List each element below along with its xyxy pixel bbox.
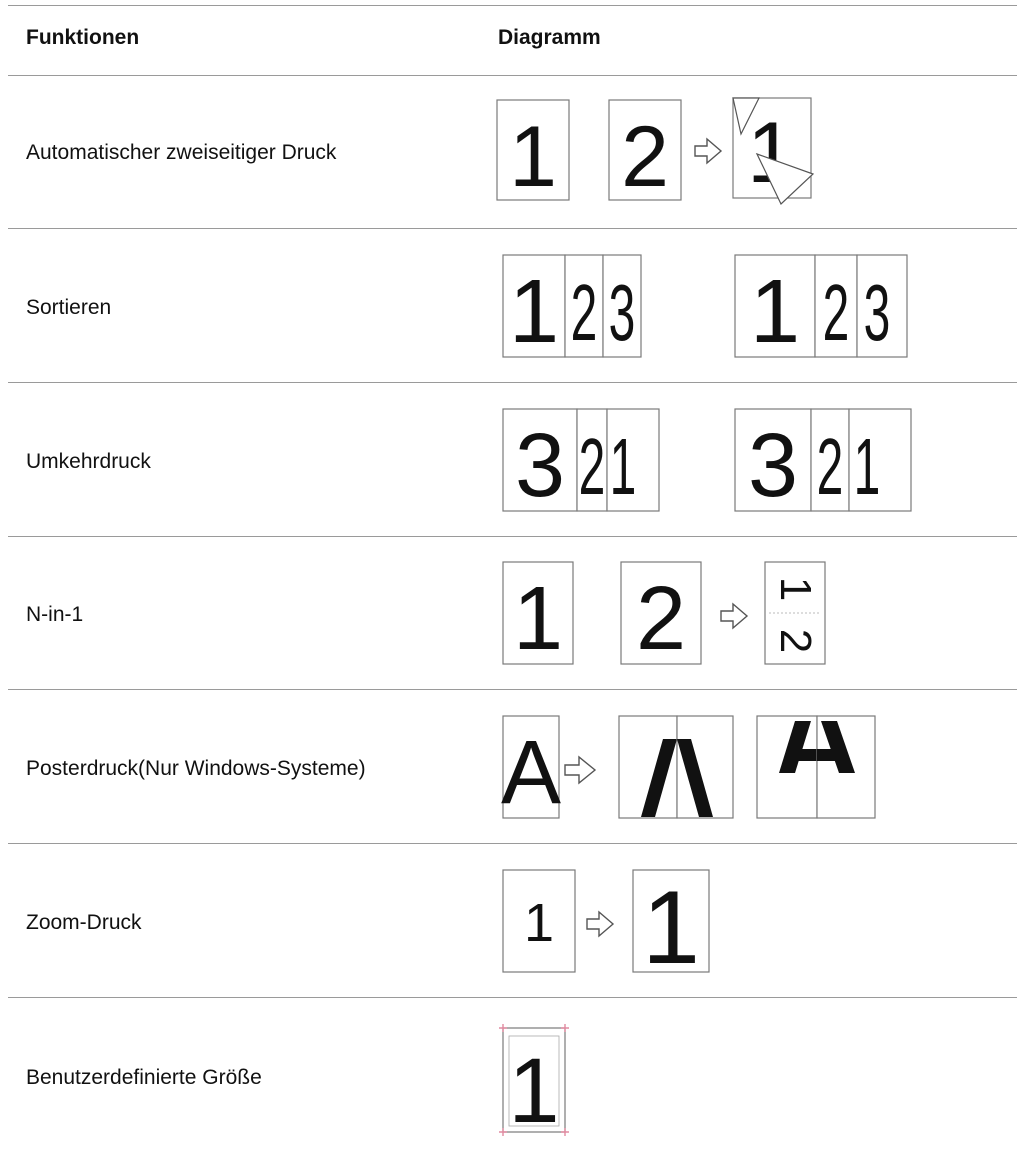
page-number: 1 <box>509 262 559 362</box>
row-rule <box>8 228 1017 229</box>
row-label-collate: Sortieren <box>26 296 112 319</box>
table-top-rule <box>8 5 1017 6</box>
page-number: 2 <box>621 109 669 205</box>
right-arrow-icon <box>694 137 723 165</box>
page-number: 2 <box>817 421 844 511</box>
page-number: 1 <box>513 569 563 669</box>
diagram-poster: A <box>495 711 985 823</box>
page-number: 1 <box>854 421 881 511</box>
right-arrow-icon <box>720 602 749 630</box>
diagram-custom-size: 1 <box>495 1018 615 1138</box>
page-number: 1 <box>509 109 557 205</box>
row-label-zoom: Zoom-Druck <box>26 911 142 934</box>
diagram-duplex: 1 2 1 <box>495 94 845 206</box>
diagram-n-in-1: 1 2 1 2 <box>495 557 875 669</box>
row-rule <box>8 536 1017 537</box>
page-number: 3 <box>515 416 565 516</box>
row-rule <box>8 997 1017 998</box>
page-number: 2 <box>823 267 850 357</box>
row-label-duplex: Automatischer zweiseitiger Druck <box>26 141 337 164</box>
page-number: 1 <box>508 1040 559 1138</box>
diagram-reverse: 3 2 1 3 2 1 <box>495 404 935 516</box>
header-rule <box>8 75 1017 76</box>
column-header-diagram: Diagramm <box>498 26 601 49</box>
page-number: 3 <box>609 267 636 357</box>
column-header-functions: Funktionen <box>26 26 140 49</box>
page-number: 1 <box>771 577 820 601</box>
page-letter: A <box>501 723 561 823</box>
diagram-zoom: 1 1 <box>495 865 755 977</box>
row-label-custom-size: Benutzerdefinierte Größe <box>26 1066 262 1089</box>
page-number: 2 <box>636 569 686 669</box>
page-number: 1 <box>610 421 637 511</box>
row-label-n-in-1: N-in-1 <box>26 603 84 626</box>
row-label-poster: Posterdruck(Nur Windows-Systeme) <box>26 757 366 780</box>
page-number: 2 <box>571 267 598 357</box>
diagram-collate: 1 2 3 1 2 3 <box>495 250 935 362</box>
page-number: 1 <box>524 893 554 953</box>
page-number: 2 <box>579 421 606 511</box>
row-label-reverse: Umkehrdruck <box>26 450 151 473</box>
right-arrow-icon <box>564 755 597 785</box>
page-number: 3 <box>748 416 798 516</box>
row-rule <box>8 843 1017 844</box>
row-rule <box>8 689 1017 690</box>
page-number: 3 <box>864 267 891 357</box>
row-rule <box>8 382 1017 383</box>
right-arrow-icon <box>586 910 615 938</box>
page-number: 1 <box>750 262 800 362</box>
page-number: 2 <box>771 629 820 653</box>
page-number: 1 <box>642 870 700 977</box>
